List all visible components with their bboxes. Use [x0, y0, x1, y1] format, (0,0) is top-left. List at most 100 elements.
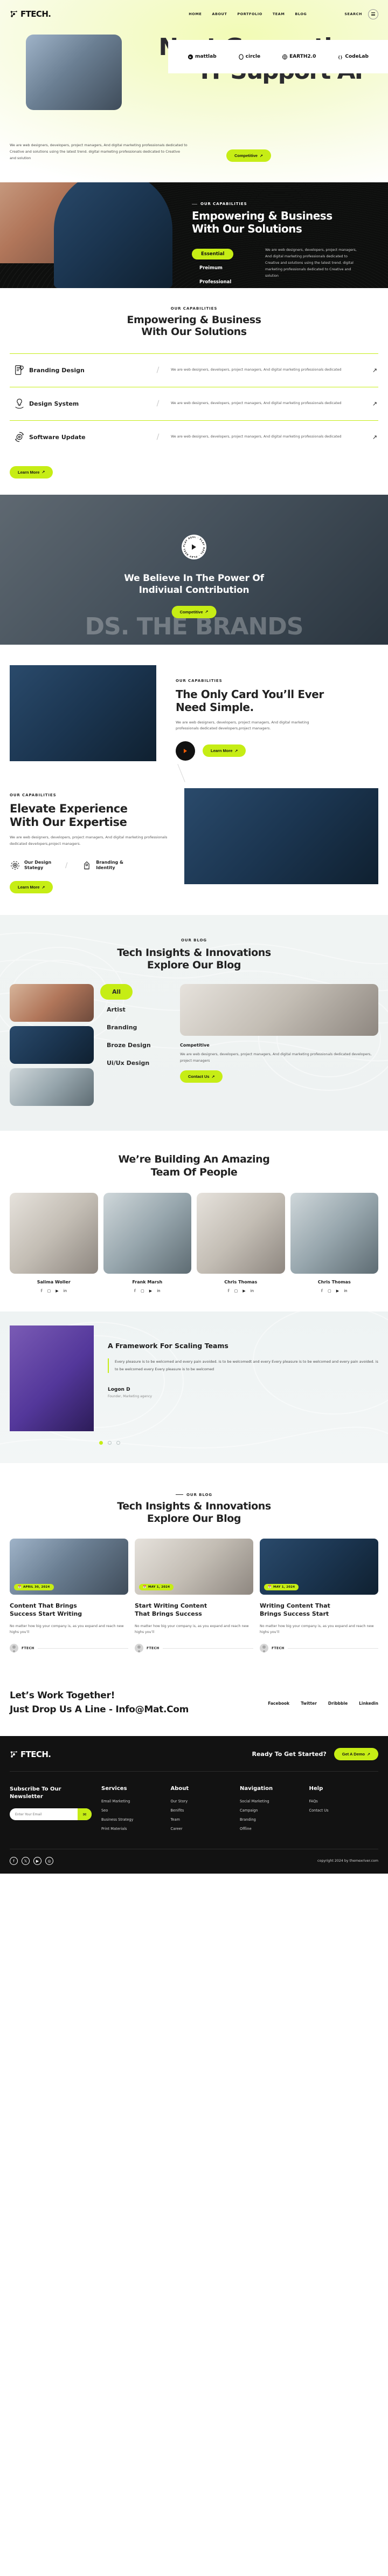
hero-cta-button[interactable]: Competitive ↗	[226, 149, 271, 162]
blog-filter-tab-all[interactable]: All	[100, 983, 133, 1000]
newsletter-email-input[interactable]	[10, 1812, 78, 1816]
footer-link-offline[interactable]: Offline	[240, 1827, 309, 1831]
team-member-card[interactable]: Frank Marsh 𝕗 ▢ ▶ in	[103, 1193, 191, 1293]
feature-label-line1: Our Design	[24, 860, 52, 865]
arrow-up-right-icon[interactable]: ↗	[356, 367, 377, 374]
team-member-card[interactable]: Salima Woller 𝕗 ▢ ▶ in	[10, 1193, 98, 1293]
blog-eyebrow: OUR BLOG	[176, 1493, 212, 1497]
facebook-icon[interactable]: f	[10, 1857, 18, 1866]
instagram-icon[interactable]: ▢	[47, 1289, 51, 1293]
elevate-learn-more-button[interactable]: Learn More ↗	[10, 881, 53, 894]
footer-link-our-story[interactable]: Our Story	[171, 1799, 240, 1803]
footer-link-social-marketing[interactable]: Social Marketing	[240, 1799, 309, 1803]
footer-link-seo[interactable]: Seo	[101, 1808, 171, 1813]
site-header: FTECH. HOME ABOUT PORTFOLIO TEAM BLOG SE…	[0, 0, 388, 28]
blog-filter-panel-description: We are web designers, developers, projec…	[180, 1052, 372, 1063]
blog-filter-contact-button[interactable]: Contact Us ↗	[180, 1070, 223, 1083]
arrow-up-right-icon[interactable]: ↗	[356, 434, 377, 441]
facebook-icon[interactable]: 𝕗	[227, 1289, 229, 1293]
team-member-card[interactable]: Chris Thomas 𝕗 ▢ ▶ in	[290, 1193, 378, 1293]
nav-item-home[interactable]: HOME	[189, 12, 202, 16]
search-button[interactable]: SEARCH	[344, 12, 362, 16]
youtube-icon[interactable]: ▶	[336, 1289, 339, 1293]
youtube-icon[interactable]: ▶	[242, 1289, 245, 1293]
footer-socials: f 𝕏 ▶ ◎	[10, 1857, 53, 1866]
instagram-icon[interactable]: ▢	[234, 1289, 238, 1293]
newsletter-submit-button[interactable]: ✉	[78, 1808, 92, 1821]
instagram-icon[interactable]: ◎	[45, 1857, 53, 1866]
instagram-icon[interactable]: ▢	[328, 1289, 331, 1293]
blog-card[interactable]: 📅 MAY 1, 2024 Start Writing Content That…	[135, 1539, 253, 1653]
dark-title-line2: With Our Solutions	[192, 222, 302, 235]
linkedin-icon[interactable]: in	[344, 1289, 347, 1293]
contact-cta-line2[interactable]: Just Drop Us A Line - Info@Mat.Com	[10, 1704, 189, 1715]
social-link-facebook[interactable]: Facebook	[268, 1701, 289, 1706]
software-update-icon	[10, 431, 29, 443]
blog-filter-tab-artist[interactable]: Artist	[100, 1002, 172, 1017]
capability-row-design-system[interactable]: Design System ∕ We are web designers, de…	[10, 386, 378, 420]
capability-row-branding-design[interactable]: Branding Design ∕ We are web designers, …	[10, 353, 378, 387]
facebook-icon[interactable]: 𝕗	[321, 1289, 323, 1293]
linkedin-icon[interactable]: in	[64, 1289, 67, 1293]
linkedin-icon[interactable]: in	[251, 1289, 254, 1293]
blog-filter-title-line2: Explore Our Blog	[147, 959, 241, 971]
youtube-icon[interactable]: ▶	[56, 1289, 58, 1293]
divider-line	[287, 1648, 378, 1649]
instagram-icon[interactable]: ▢	[141, 1289, 144, 1293]
nav-item-team[interactable]: TEAM	[273, 12, 285, 16]
elevate-feature-design-strategy: Our Design Stategy	[10, 860, 51, 871]
arrow-up-right-icon[interactable]: ↗	[356, 400, 377, 407]
team-member-card[interactable]: Chris Thomas 𝕗 ▢ ▶ in	[197, 1193, 285, 1293]
nav-item-portfolio[interactable]: PORTFOLIO	[237, 12, 262, 16]
blog-filter-tab-broze-design[interactable]: Broze Design	[100, 1037, 172, 1053]
footer-link-business-strategy[interactable]: Business Strategy	[101, 1817, 171, 1822]
footer-logo[interactable]: FTECH.	[10, 1750, 51, 1759]
social-link-twitter[interactable]: Twitter	[301, 1701, 317, 1706]
hamburger-icon[interactable]	[368, 9, 378, 19]
blog-card[interactable]: 📅 APRIL 30, 2024 Content That Brings Suc…	[10, 1539, 128, 1653]
facebook-icon[interactable]: 𝕗	[134, 1289, 136, 1293]
pagination-dot-1[interactable]	[99, 1441, 103, 1445]
only-card-title: The Only Card You’ll Ever Need Simple.	[176, 688, 378, 714]
facebook-icon[interactable]: 𝕗	[40, 1289, 42, 1293]
tier-professional[interactable]: Professional	[192, 277, 265, 288]
blog-card[interactable]: 📅 MAY 1, 2024 Writing Content That Bring…	[260, 1539, 378, 1653]
youtube-icon[interactable]: ▶	[33, 1857, 41, 1866]
footer-link-print-materials[interactable]: Print Materials	[101, 1827, 171, 1831]
linkedin-icon[interactable]: in	[157, 1289, 160, 1293]
footer-link-faqs[interactable]: FAQs	[309, 1799, 379, 1803]
capabilities-learn-more-button[interactable]: Learn More ↗	[10, 466, 53, 479]
blog-filter-tab-branding[interactable]: Branding	[100, 1020, 172, 1035]
hero-content: Next Generation IT Support AI mattlab ci…	[0, 28, 388, 162]
nav-item-about[interactable]: ABOUT	[212, 12, 227, 16]
footer-link-team[interactable]: Team	[171, 1817, 240, 1822]
social-link-linkedin[interactable]: Linkedin	[359, 1701, 378, 1706]
blog-card-title-line2: Success Start Writing	[10, 1610, 82, 1617]
site-logo[interactable]: FTECH.	[10, 9, 51, 19]
x-twitter-icon[interactable]: 𝕏	[22, 1857, 30, 1866]
capability-row-software-update[interactable]: Software Update ∕ We are web designers, …	[10, 420, 378, 454]
tier-preimum[interactable]: Preimum	[192, 263, 265, 274]
social-link-dribbble[interactable]: Dribbble	[328, 1701, 348, 1706]
footer-link-career[interactable]: Career	[171, 1827, 240, 1831]
pagination-dot-2[interactable]	[108, 1441, 112, 1445]
footer-link-branding[interactable]: Branding	[240, 1817, 309, 1822]
only-card-learn-more-button[interactable]: Learn More ↗	[203, 744, 246, 757]
design-system-icon	[10, 398, 29, 409]
footer-link-contact-us[interactable]: Contact Us	[309, 1808, 379, 1813]
youtube-icon[interactable]: ▶	[149, 1289, 152, 1293]
footer-link-email-marketing[interactable]: Email Marketing	[101, 1799, 171, 1803]
footer-link-campaign[interactable]: Campaign	[240, 1808, 309, 1813]
tier-essential[interactable]: Essential	[192, 249, 234, 259]
team-member-name: Frank Marsh	[132, 1280, 163, 1285]
blog-filter-tab-uiux-design[interactable]: Ui/Ux Design	[100, 1055, 172, 1071]
footer-link-benifits[interactable]: Benifits	[171, 1808, 240, 1813]
brand-logos-strip: mattlab circle EARTH2.0 {} CodeLab	[168, 40, 388, 73]
video-cta-button[interactable]: Competitive ↗	[171, 605, 217, 618]
only-card-play-reel-button[interactable]	[176, 741, 195, 761]
get-a-demo-button[interactable]: Get A Demo ↗	[334, 1748, 378, 1761]
blog-card-excerpt: No matter how big your company is, as yo…	[135, 1624, 249, 1635]
nav-item-blog[interactable]: BLOG	[295, 12, 307, 16]
play-reel-button[interactable]: PLAY REEL · PLAY REEL · PLAY REEL ·	[182, 534, 206, 559]
pagination-dot-3[interactable]	[116, 1441, 120, 1445]
